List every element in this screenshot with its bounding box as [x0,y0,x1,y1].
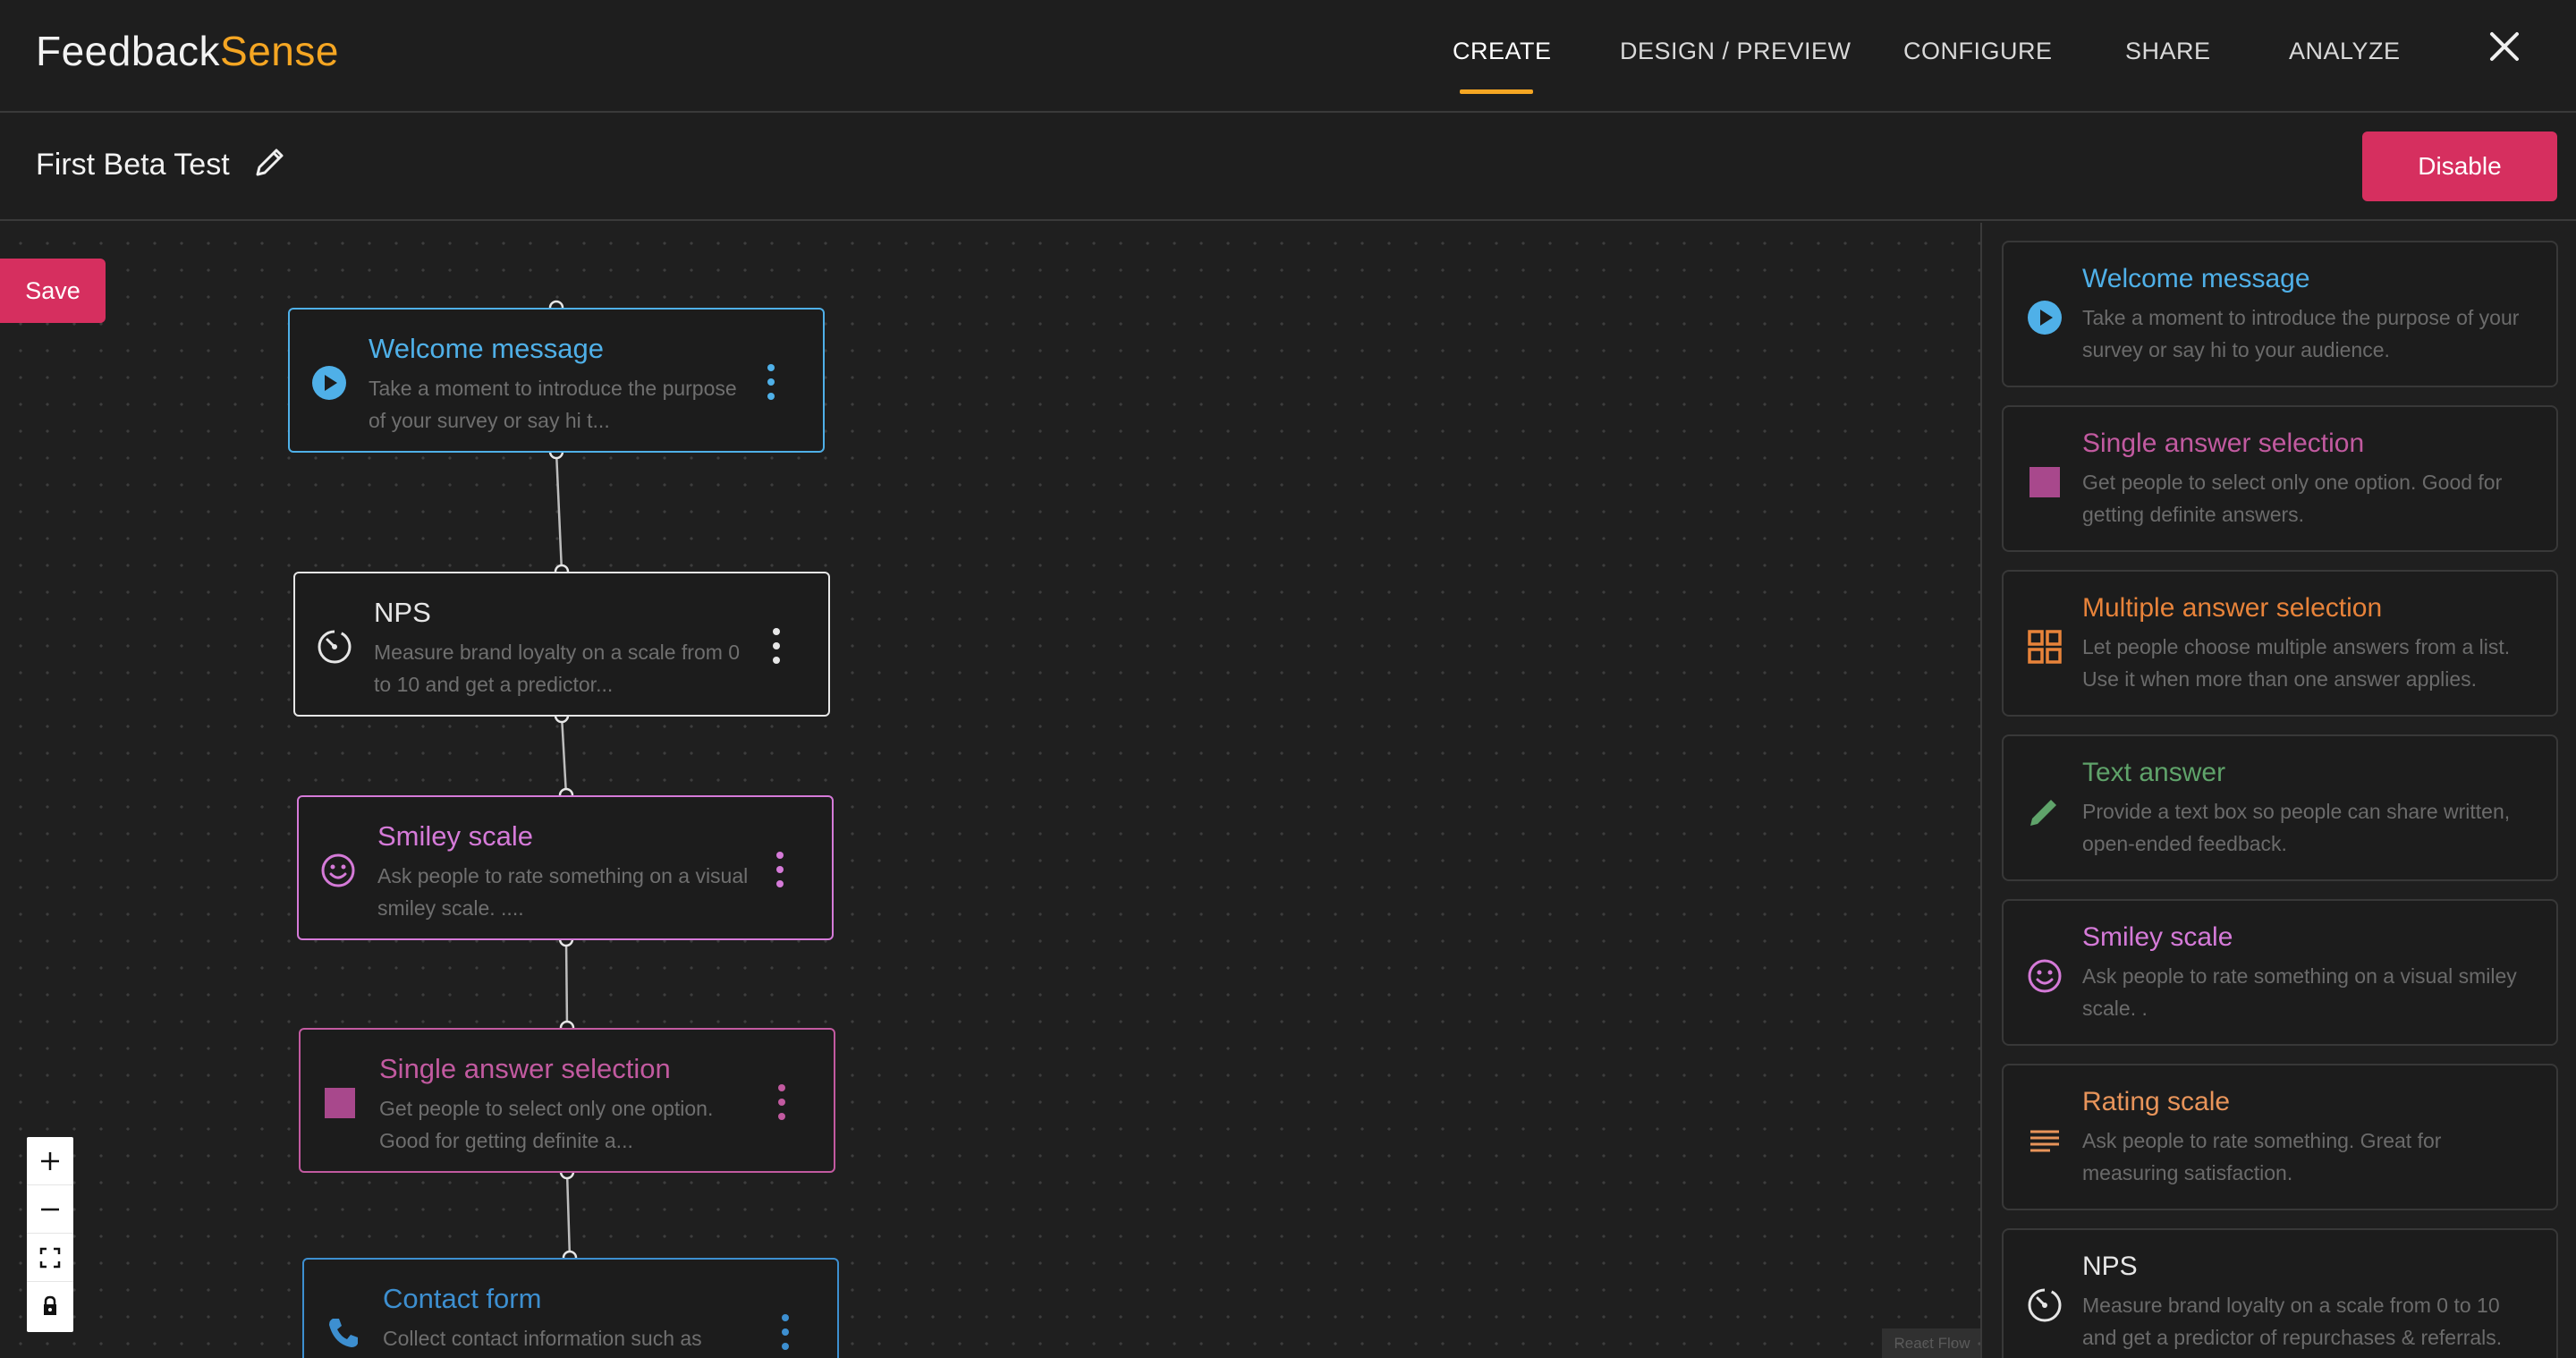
palette-item-description: Get people to select only one option. Go… [2082,471,2503,526]
node-description: Ask people to rate something on a visual… [377,864,749,920]
palette-item-description: Ask people to rate something on a visual… [2082,964,2517,1020]
speedometer-icon [318,630,352,664]
palette-item-welcome-message[interactable]: Welcome message Take a moment to introdu… [2002,241,2558,387]
brand-name-part2: Sense [220,28,339,74]
disable-button[interactable]: Disable [2362,132,2557,201]
play-circle-icon [2028,301,2062,335]
node-title: NPS [374,597,431,628]
palette-item-title: Text answer [2082,758,2226,787]
node-title: Welcome message [369,333,605,364]
palette-item-nps[interactable]: NPS Measure brand loyalty on a scale fro… [2002,1228,2558,1358]
flow-node-welcome-message[interactable]: Welcome message Take a moment to introdu… [288,308,825,453]
flow-node-smiley-scale[interactable]: Smiley scale Ask people to rate somethin… [297,795,834,940]
brand-logo: FeedbackSense [36,27,339,75]
palette-item-description: Let people choose multiple answers from … [2082,635,2511,691]
node-title: Contact form [383,1283,542,1314]
speedometer-icon [2028,1288,2062,1322]
node-description: Measure brand loyalty on a scale from 0 … [374,641,741,696]
more-vertical-icon[interactable] [771,625,782,666]
palette-item-title: NPS [2082,1252,2138,1281]
lock-button[interactable] [27,1282,73,1330]
top-nav-bar: FeedbackSense CREATE DESIGN / PREVIEW CO… [0,0,2576,113]
square-icon [325,1088,355,1118]
node-description: Collect contact information such as [383,1327,702,1350]
more-vertical-icon[interactable] [780,1311,791,1353]
palette-item-multiple-answer-selection[interactable]: Multiple answer selection Let people cho… [2002,570,2558,717]
palette-item-description: Take a moment to introduce the purpose o… [2082,306,2520,361]
palette-item-smiley-scale[interactable]: Smiley scale Ask people to rate somethin… [2002,899,2558,1046]
palette-item-rating-scale[interactable]: Rating scale Ask people to rate somethin… [2002,1064,2558,1210]
edge-3 [564,938,569,1029]
play-circle-icon [312,366,346,400]
flow-canvas[interactable]: Save Welcome message Take a moment to in… [0,223,1982,1358]
lines-icon [2030,1130,2059,1152]
more-vertical-icon[interactable] [766,361,776,403]
node-title: Single answer selection [379,1053,671,1084]
smiley-icon [321,853,355,887]
tab-share[interactable]: SHARE [2125,38,2211,65]
node-description: Get people to select only one option. Go… [379,1097,714,1152]
active-tab-indicator [1460,89,1533,94]
flow-node-single-answer-selection[interactable]: Single answer selection Get people to se… [299,1028,835,1173]
more-vertical-icon[interactable] [775,849,785,890]
plus-icon [41,1151,59,1170]
grid-icon [2028,630,2062,664]
minus-icon [41,1208,59,1210]
fit-view-button[interactable] [27,1234,73,1282]
zoom-controls [27,1137,73,1332]
node-title: Smiley scale [377,820,533,852]
palette-item-text-answer[interactable]: Text answer Provide a text box so people… [2002,734,2558,881]
edge-4 [565,1171,572,1259]
palette-item-title: Multiple answer selection [2082,593,2383,623]
palette-item-description: Provide a text box so people can share w… [2082,800,2511,855]
node-description: Take a moment to introduce the purpose o… [369,377,737,432]
palette-item-single-answer-selection[interactable]: Single answer selection Get people to se… [2002,405,2558,552]
fit-view-icon [39,1247,61,1268]
brand-name-part1: Feedback [36,28,221,74]
more-vertical-icon[interactable] [776,1082,787,1123]
flow-node-nps[interactable]: NPS Measure brand loyalty on a scale fro… [293,572,830,717]
zoom-out-button[interactable] [27,1185,73,1234]
save-button[interactable]: Save [0,259,106,323]
square-icon [2029,467,2060,497]
pencil-icon [2030,800,2056,826]
palette-item-title: Rating scale [2082,1087,2231,1116]
survey-header: First Beta Test Disable [0,114,2576,221]
palette-item-description: Ask people to rate something. Great for … [2082,1129,2442,1184]
smiley-icon [2028,959,2062,993]
survey-title: First Beta Test [36,148,230,182]
palette-item-title: Single answer selection [2082,429,2365,458]
react-flow-attribution[interactable]: React Flow [1882,1328,1980,1358]
tab-analyze[interactable]: ANALYZE [2289,38,2401,65]
close-icon[interactable] [2485,27,2524,66]
tab-design-preview[interactable]: DESIGN / PREVIEW [1620,38,1852,65]
zoom-in-button[interactable] [27,1137,73,1185]
tab-configure[interactable]: CONFIGURE [1903,38,2053,65]
lock-icon [44,1295,56,1315]
palette-item-description: Measure brand loyalty on a scale from 0 … [2082,1294,2503,1349]
pencil-icon[interactable] [252,144,288,180]
phone-icon [329,1319,358,1347]
flow-node-contact-form[interactable]: Contact form Collect contact information… [302,1258,839,1358]
edge-2 [560,715,568,796]
tab-create[interactable]: CREATE [1453,38,1552,65]
question-type-palette: Welcome message Take a moment to introdu… [1984,223,2576,1358]
palette-item-title: Welcome message [2082,264,2310,293]
edge-1 [555,451,564,573]
palette-item-title: Smiley scale [2082,922,2233,952]
